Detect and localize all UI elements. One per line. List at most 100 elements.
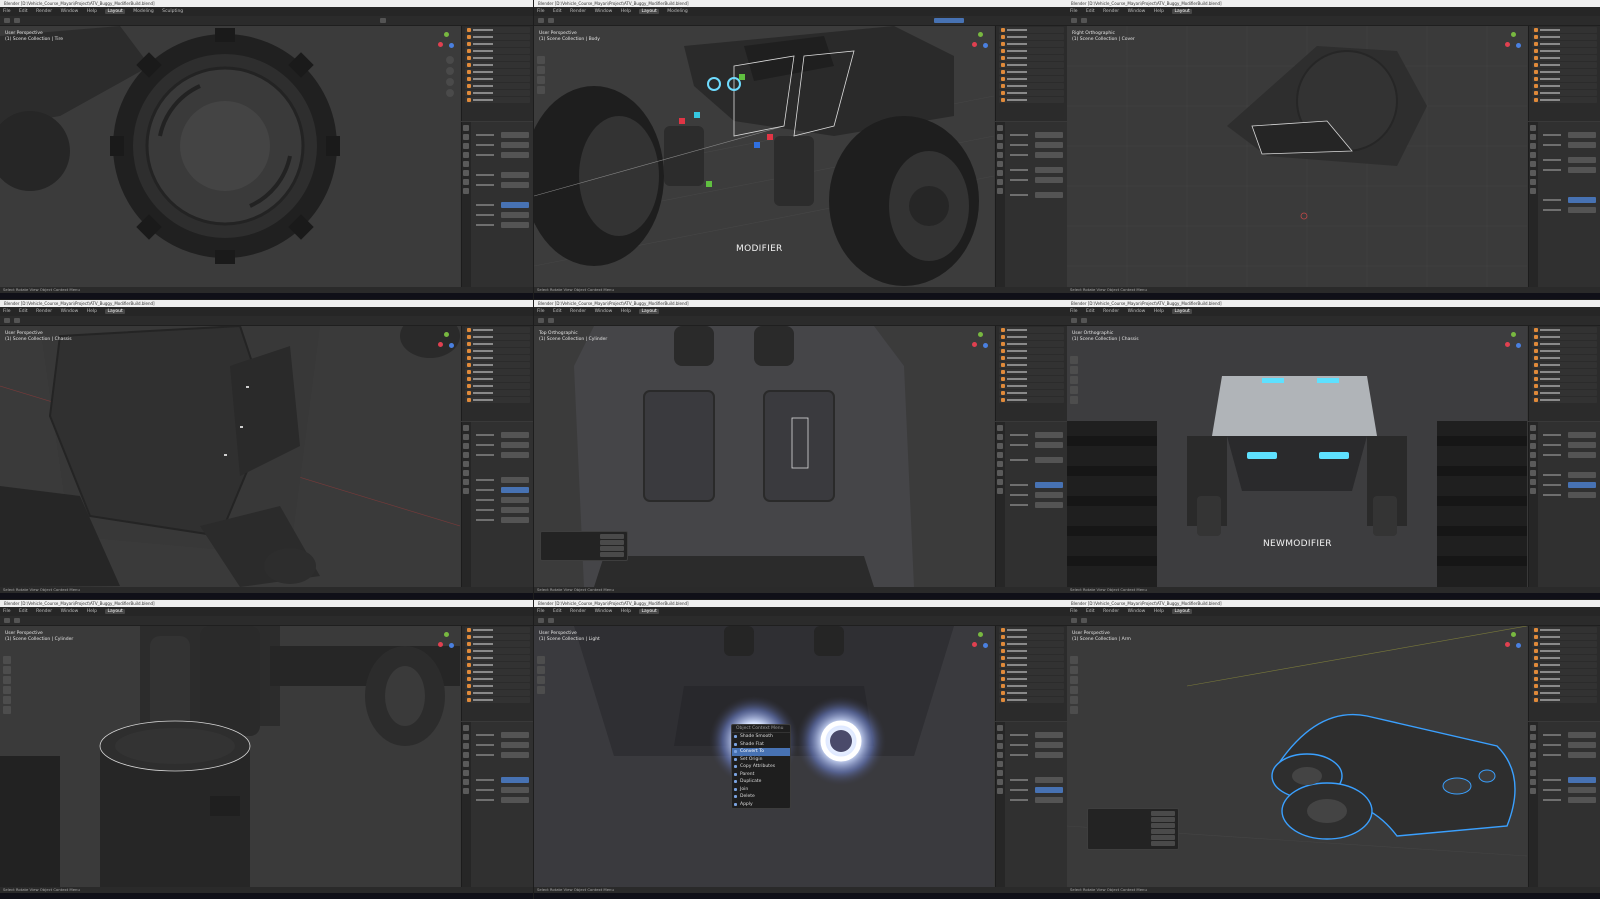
tab-sculpting[interactable]: Sculpting (162, 9, 183, 14)
menu-item-duplicate[interactable]: Duplicate (732, 778, 790, 786)
editor-type-button[interactable] (1071, 18, 1077, 23)
navigation-gizmo[interactable] (1505, 632, 1523, 650)
outliner[interactable] (1528, 26, 1600, 121)
scale-icon[interactable] (1070, 696, 1078, 704)
outliner[interactable] (995, 26, 1067, 121)
menu-render[interactable]: Render (570, 309, 586, 314)
menu-help[interactable]: Help (87, 9, 97, 14)
outliner[interactable] (1528, 326, 1600, 421)
menu-window[interactable]: Window (61, 309, 79, 314)
transform-icon[interactable] (3, 706, 11, 714)
zoom-icon[interactable] (446, 56, 454, 64)
move-icon[interactable] (537, 76, 545, 84)
tab-layout[interactable]: Layout (1172, 309, 1192, 314)
editor-type-button[interactable] (538, 18, 544, 23)
properties-editor[interactable] (461, 122, 533, 287)
menu-edit[interactable]: Edit (553, 609, 562, 614)
viewport-3d[interactable]: User Perspective (1) Scene Collection | … (0, 26, 460, 287)
menu-edit[interactable]: Edit (19, 609, 28, 614)
menu-file[interactable]: File (537, 609, 545, 614)
menu-help[interactable]: Help (87, 609, 97, 614)
menu-item-parent[interactable]: Parent (732, 771, 790, 779)
menu-edit[interactable]: Edit (1086, 9, 1095, 14)
menu-window[interactable]: Window (595, 309, 613, 314)
editor-type-button[interactable] (538, 618, 544, 623)
menu-render[interactable]: Render (570, 609, 586, 614)
menu-window[interactable]: Window (595, 9, 613, 14)
properties-editor[interactable] (461, 722, 533, 887)
select-box-icon[interactable] (537, 656, 545, 664)
viewport-3d[interactable]: Right Orthographic (1) Scene Collection … (1067, 26, 1527, 287)
viewport-3d[interactable]: Top Orthographic (1) Scene Collection | … (534, 326, 994, 587)
viewport-3d[interactable]: User Perspective (1) Scene Collection | … (1067, 626, 1527, 887)
editor-type-button[interactable] (1071, 618, 1077, 623)
menu-help[interactable]: Help (621, 309, 631, 314)
menu-item-copy-attributes[interactable]: Copy Attributes (732, 763, 790, 771)
menu-edit[interactable]: Edit (19, 9, 28, 14)
editor-type-button[interactable] (538, 318, 544, 323)
menu-file[interactable]: File (3, 9, 11, 14)
menu-file[interactable]: File (537, 9, 545, 14)
properties-editor[interactable] (1528, 722, 1600, 887)
select-box-icon[interactable] (1070, 356, 1078, 364)
menu-file[interactable]: File (537, 309, 545, 314)
menu-help[interactable]: Help (1154, 9, 1164, 14)
tab-layout[interactable]: Layout (1172, 9, 1192, 14)
select-box-icon[interactable] (3, 656, 11, 664)
cursor-icon[interactable] (1070, 366, 1078, 374)
mode-button[interactable] (14, 18, 20, 23)
menu-file[interactable]: File (1070, 309, 1078, 314)
menu-render[interactable]: Render (1103, 309, 1119, 314)
menu-file[interactable]: File (1070, 9, 1078, 14)
navigation-gizmo[interactable] (972, 32, 990, 50)
move-icon[interactable] (3, 676, 11, 684)
tab-layout[interactable]: Layout (639, 9, 659, 14)
camera-icon[interactable] (446, 78, 454, 86)
move-icon[interactable] (1070, 676, 1078, 684)
rotate-icon[interactable] (1070, 386, 1078, 394)
outliner[interactable] (461, 326, 533, 421)
menu-render[interactable]: Render (570, 9, 586, 14)
mode-button[interactable] (548, 18, 554, 23)
tab-modeling[interactable]: Modeling (133, 9, 153, 14)
shading-solid-button[interactable] (380, 18, 386, 23)
mode-button[interactable] (14, 618, 20, 623)
outliner[interactable] (995, 326, 1067, 421)
menu-help[interactable]: Help (87, 309, 97, 314)
menu-render[interactable]: Render (36, 609, 52, 614)
menu-edit[interactable]: Edit (553, 309, 562, 314)
cursor-icon[interactable] (537, 66, 545, 74)
mode-button[interactable] (14, 318, 20, 323)
menu-file[interactable]: File (3, 609, 11, 614)
mode-button[interactable] (1081, 318, 1087, 323)
navigation-gizmo[interactable] (1505, 332, 1523, 350)
tab-layout[interactable]: Layout (105, 309, 125, 314)
rotate-icon[interactable] (1070, 686, 1078, 694)
scale-icon[interactable] (3, 696, 11, 704)
tab-layout[interactable]: Layout (105, 609, 125, 614)
tab-layout[interactable]: Layout (105, 9, 125, 14)
tab-layout[interactable]: Layout (639, 309, 659, 314)
navigation-gizmo[interactable] (1505, 32, 1523, 50)
editor-type-button[interactable] (1071, 318, 1077, 323)
menu-item-join[interactable]: Join (732, 786, 790, 794)
navigation-gizmo[interactable] (438, 332, 456, 350)
menu-file[interactable]: File (1070, 609, 1078, 614)
outliner[interactable] (1528, 626, 1600, 721)
menu-item-convert-to[interactable]: Convert To (732, 748, 790, 756)
menu-help[interactable]: Help (621, 9, 631, 14)
properties-editor[interactable] (995, 122, 1067, 287)
viewport-3d[interactable]: User Perspective (1) Scene Collection | … (0, 326, 460, 587)
select-box-icon[interactable] (537, 56, 545, 64)
active-toggle-button[interactable] (934, 18, 964, 23)
rotate-icon[interactable] (537, 686, 545, 694)
menu-window[interactable]: Window (1128, 609, 1146, 614)
menu-render[interactable]: Render (36, 309, 52, 314)
menu-window[interactable]: Window (595, 609, 613, 614)
scale-icon[interactable] (1070, 396, 1078, 404)
viewport-3d[interactable]: User Orthographic (1) Scene Collection |… (1067, 326, 1527, 587)
menu-help[interactable]: Help (621, 609, 631, 614)
menu-edit[interactable]: Edit (553, 9, 562, 14)
cursor-icon[interactable] (1070, 666, 1078, 674)
object-context-menu[interactable]: Object Context Menu Shade Smooth Shade F… (731, 724, 791, 809)
